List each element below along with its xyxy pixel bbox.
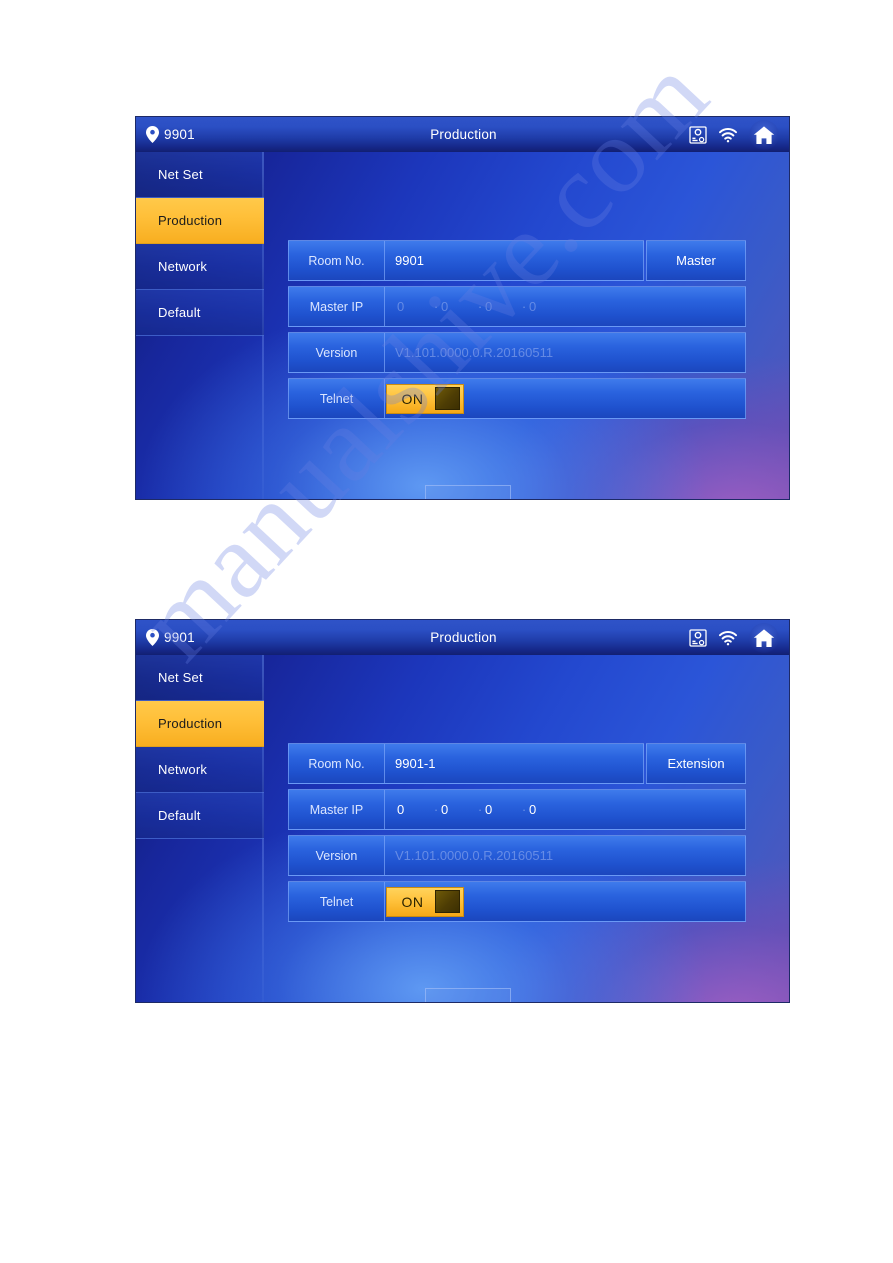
- form-row-master-ip: Master IP 0 . 0 . 0 . 0: [288, 789, 746, 830]
- page-title: Production: [430, 630, 497, 645]
- telnet-toggle-state: ON: [401, 390, 424, 407]
- production-form: Room No. 9901-1 Extension Master IP 0 . …: [288, 743, 746, 927]
- sidebar-item-net-set[interactable]: Net Set: [136, 152, 264, 198]
- form-row-room-no: Room No. 9901 Master: [288, 240, 746, 281]
- ip-octet-4: 0: [529, 802, 537, 817]
- form-row-version: Version V1.101.0000.0.R.20160511: [288, 332, 746, 373]
- screen-body: Net Set Production Network Default Room …: [136, 655, 789, 1002]
- titlebar-left: 9901: [146, 629, 326, 646]
- device-screen-master: 9901 Production Net Set Production Netwo…: [135, 116, 790, 500]
- sidebar-item-production[interactable]: Production: [136, 701, 264, 747]
- master-ip-input[interactable]: 0 . 0 . 0 . 0: [384, 286, 746, 327]
- titlebar-left: 9901: [146, 126, 326, 143]
- screen-body: Net Set Production Network Default Room …: [136, 152, 789, 499]
- telnet-label: Telnet: [288, 378, 384, 419]
- ip-separator: .: [522, 799, 526, 814]
- master-ip-label: Master IP: [288, 286, 384, 327]
- sidebar-item-label: Net Set: [158, 167, 203, 182]
- telnet-toggle-knob[interactable]: [435, 387, 460, 410]
- page-title: Production: [430, 127, 497, 142]
- form-row-master-ip: Master IP 0 . 0 . 0 . 0: [288, 286, 746, 327]
- titlebar-room-number: 9901: [164, 630, 195, 645]
- location-pin-icon: [146, 126, 159, 143]
- device-type-badge[interactable]: Extension: [646, 743, 746, 784]
- room-no-label: Room No.: [288, 240, 384, 281]
- sidebar-item-default[interactable]: Default: [136, 290, 264, 336]
- version-label: Version: [288, 835, 384, 876]
- telnet-value-cell: ON: [384, 378, 746, 419]
- ip-octet-4: 0: [529, 299, 537, 314]
- sidebar-item-label: Net Set: [158, 670, 203, 685]
- location-pin-icon: [146, 629, 159, 646]
- titlebar-right: [601, 622, 781, 653]
- titlebar-right: [601, 119, 781, 150]
- telnet-value-cell: ON: [384, 881, 746, 922]
- sidebar: Net Set Production Network Default: [136, 152, 264, 499]
- ip-octet-1: 0: [397, 299, 405, 314]
- version-value: V1.101.0000.0.R.20160511: [384, 332, 746, 373]
- room-no-input[interactable]: 9901-1: [384, 743, 644, 784]
- home-button[interactable]: [749, 622, 779, 653]
- sidebar-item-network[interactable]: Network: [136, 747, 264, 793]
- form-row-version: Version V1.101.0000.0.R.20160511: [288, 835, 746, 876]
- sidebar-item-label: Default: [158, 305, 201, 320]
- titlebar: 9901 Production: [136, 117, 789, 152]
- titlebar: 9901 Production: [136, 620, 789, 655]
- master-ip-input[interactable]: 0 . 0 . 0 . 0: [384, 789, 746, 830]
- ip-separator: .: [522, 296, 526, 311]
- ip-octet-3: 0: [485, 299, 493, 314]
- sidebar-item-label: Default: [158, 808, 201, 823]
- telnet-label: Telnet: [288, 881, 384, 922]
- ip-separator: .: [434, 799, 438, 814]
- home-button[interactable]: [749, 119, 779, 150]
- version-label: Version: [288, 332, 384, 373]
- ip-octet-2: 0: [441, 802, 449, 817]
- production-form: Room No. 9901 Master Master IP 0 . 0 . 0…: [288, 240, 746, 424]
- device-type-badge[interactable]: Master: [646, 240, 746, 281]
- telnet-toggle-state: ON: [401, 893, 424, 910]
- form-row-telnet: Telnet ON: [288, 378, 746, 419]
- ip-separator: .: [478, 799, 482, 814]
- ip-octet-2: 0: [441, 299, 449, 314]
- telnet-toggle[interactable]: ON: [386, 383, 464, 414]
- ip-separator: .: [478, 296, 482, 311]
- version-value: V1.101.0000.0.R.20160511: [384, 835, 746, 876]
- sidebar: Net Set Production Network Default: [136, 655, 264, 1002]
- sidebar-item-label: Network: [158, 762, 208, 777]
- wifi-icon[interactable]: [718, 630, 738, 646]
- sidebar-item-production[interactable]: Production: [136, 198, 264, 244]
- sidebar-item-default[interactable]: Default: [136, 793, 264, 839]
- sidebar-filler: [136, 839, 264, 1002]
- ip-octet-1: 0: [397, 802, 405, 817]
- form-row-room-no: Room No. 9901-1 Extension: [288, 743, 746, 784]
- home-icon: [753, 628, 775, 647]
- ok-button[interactable]: OK: [425, 485, 511, 499]
- sidebar-item-network[interactable]: Network: [136, 244, 264, 290]
- monitor-icon[interactable]: [689, 628, 707, 647]
- form-row-telnet: Telnet ON: [288, 881, 746, 922]
- monitor-icon[interactable]: [689, 125, 707, 144]
- sidebar-item-label: Production: [158, 213, 223, 228]
- telnet-toggle-knob[interactable]: [435, 890, 460, 913]
- home-icon: [753, 125, 775, 144]
- master-ip-label: Master IP: [288, 789, 384, 830]
- sidebar-item-label: Production: [158, 716, 223, 731]
- ip-octet-3: 0: [485, 802, 493, 817]
- sidebar-item-label: Network: [158, 259, 208, 274]
- wifi-icon[interactable]: [718, 127, 738, 143]
- telnet-toggle[interactable]: ON: [386, 886, 464, 917]
- sidebar-filler: [136, 336, 264, 499]
- ok-button[interactable]: OK: [425, 988, 511, 1002]
- ip-separator: .: [434, 296, 438, 311]
- room-no-input[interactable]: 9901: [384, 240, 644, 281]
- room-no-label: Room No.: [288, 743, 384, 784]
- sidebar-item-net-set[interactable]: Net Set: [136, 655, 264, 701]
- device-screen-extension: 9901 Production Net Set Production Netwo…: [135, 619, 790, 1003]
- titlebar-room-number: 9901: [164, 127, 195, 142]
